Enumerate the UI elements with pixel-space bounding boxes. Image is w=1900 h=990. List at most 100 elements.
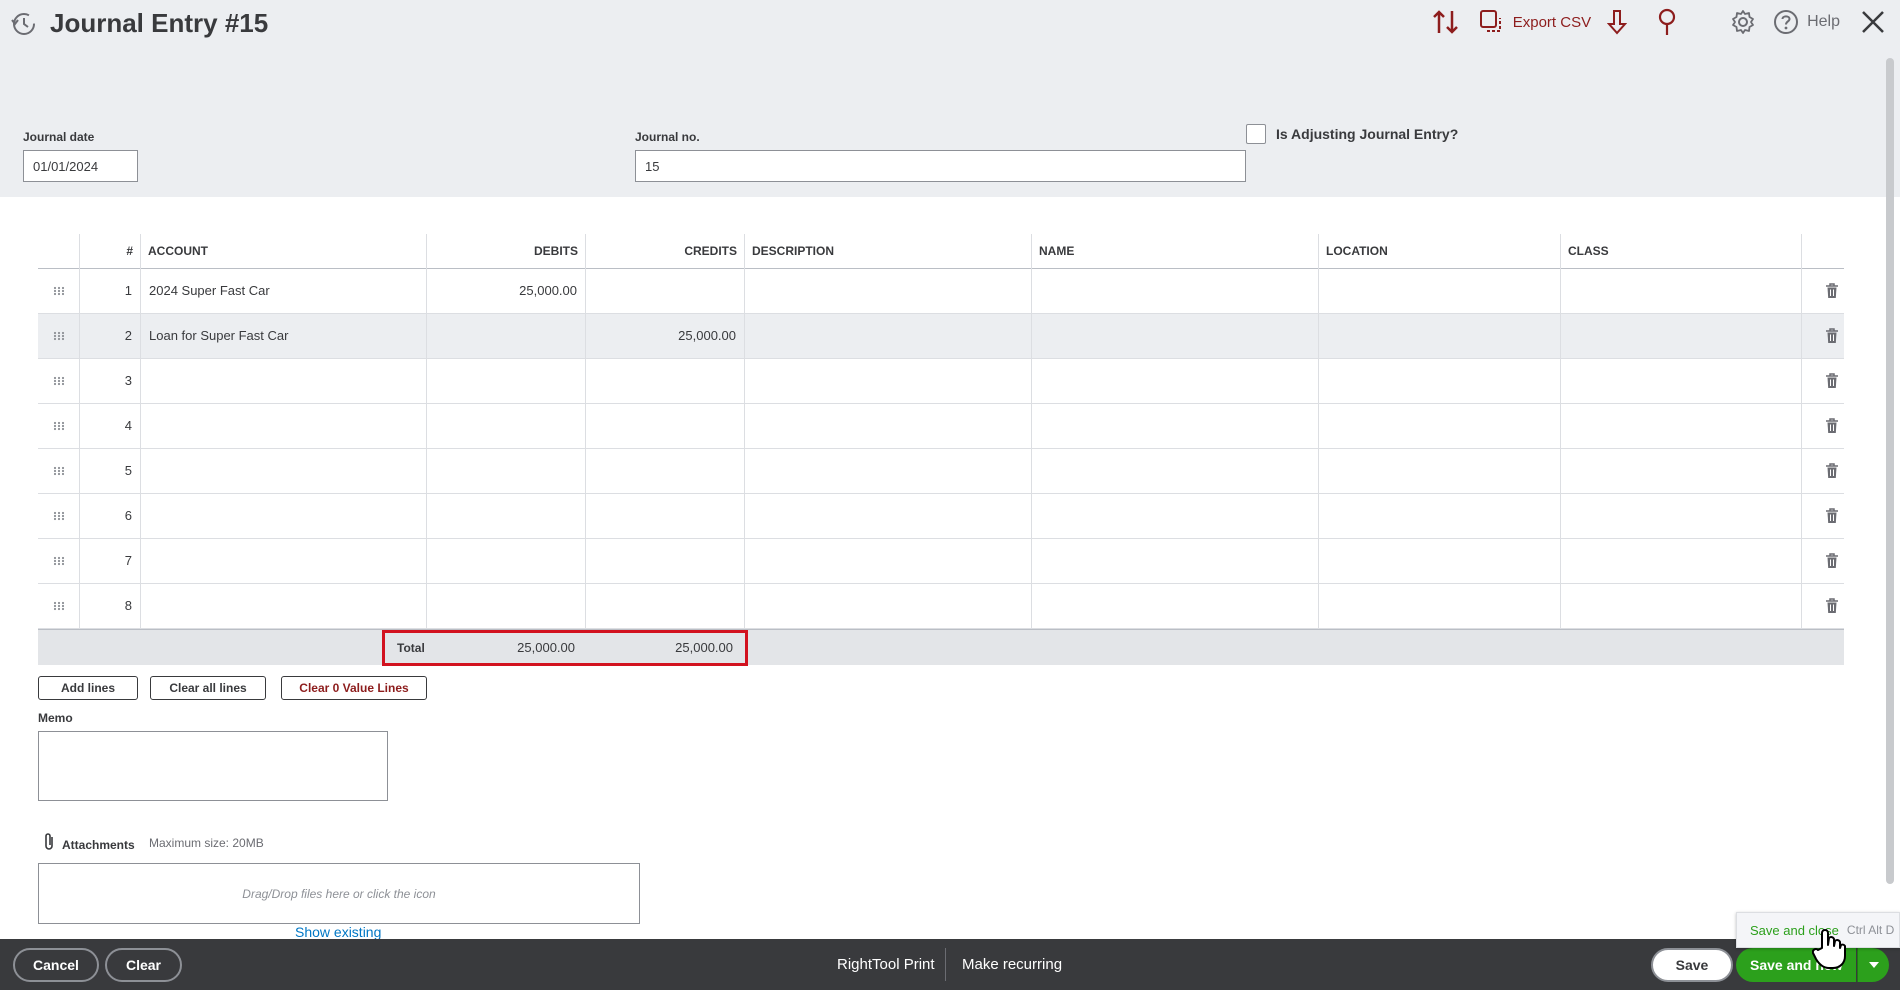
cell-debit[interactable]: [427, 404, 586, 448]
cell-class[interactable]: [1561, 269, 1802, 313]
cell-account[interactable]: Loan for Super Fast Car: [141, 314, 427, 358]
drag-handle-icon[interactable]: [38, 449, 80, 493]
clear-button[interactable]: Clear: [105, 948, 182, 982]
cell-class[interactable]: [1561, 584, 1802, 628]
drag-handle-icon[interactable]: [38, 404, 80, 448]
save-button[interactable]: Save: [1651, 948, 1733, 982]
cell-class[interactable]: [1561, 449, 1802, 493]
cell-class[interactable]: [1561, 494, 1802, 538]
cell-description[interactable]: [745, 539, 1032, 583]
cell-description[interactable]: [745, 269, 1032, 313]
cancel-button[interactable]: Cancel: [13, 948, 99, 982]
show-existing-link[interactable]: Show existing: [295, 924, 381, 940]
table-row[interactable]: 1 2024 Super Fast Car 25,000.00: [38, 269, 1844, 314]
righttool-print-link[interactable]: RightTool Print: [837, 939, 935, 990]
cell-credit[interactable]: [586, 269, 745, 313]
cell-account[interactable]: [141, 449, 427, 493]
cell-credit[interactable]: [586, 494, 745, 538]
table-row[interactable]: 2 Loan for Super Fast Car 25,000.00: [38, 314, 1844, 359]
cell-class[interactable]: [1561, 539, 1802, 583]
history-icon[interactable]: [10, 10, 38, 38]
save-options-dropdown[interactable]: [1857, 948, 1889, 982]
cell-description[interactable]: [745, 359, 1032, 403]
cell-location[interactable]: [1319, 584, 1561, 628]
cell-credit[interactable]: [586, 404, 745, 448]
cell-location[interactable]: [1319, 314, 1561, 358]
cell-credit[interactable]: [586, 584, 745, 628]
make-recurring-link[interactable]: Make recurring: [962, 939, 1062, 990]
trash-icon[interactable]: [1820, 269, 1844, 313]
trash-icon[interactable]: [1820, 539, 1844, 583]
cell-credit[interactable]: [586, 359, 745, 403]
table-row[interactable]: 5: [38, 449, 1844, 494]
journal-date-input[interactable]: [23, 150, 138, 182]
cell-debit[interactable]: [427, 359, 586, 403]
help-button[interactable]: Help: [1773, 9, 1840, 35]
cell-description[interactable]: [745, 584, 1032, 628]
trash-icon[interactable]: [1820, 494, 1844, 538]
table-row[interactable]: 6: [38, 494, 1844, 539]
cell-name[interactable]: [1032, 314, 1319, 358]
add-lines-button[interactable]: Add lines: [38, 676, 138, 700]
cell-name[interactable]: [1032, 539, 1319, 583]
cell-class[interactable]: [1561, 314, 1802, 358]
export-csv-button[interactable]: Export CSV: [1479, 9, 1591, 35]
adjusting-entry-checkbox[interactable]: [1246, 124, 1266, 144]
cell-class[interactable]: [1561, 404, 1802, 448]
cell-name[interactable]: [1032, 269, 1319, 313]
gear-icon[interactable]: [1729, 9, 1757, 35]
trash-icon[interactable]: [1820, 404, 1844, 448]
cell-debit[interactable]: [427, 539, 586, 583]
table-row[interactable]: 3: [38, 359, 1844, 404]
cell-debit[interactable]: [427, 449, 586, 493]
cell-credit[interactable]: 25,000.00: [586, 314, 745, 358]
cell-name[interactable]: [1032, 359, 1319, 403]
sort-arrows-icon[interactable]: [1429, 9, 1463, 35]
cell-location[interactable]: [1319, 539, 1561, 583]
journal-no-input[interactable]: [635, 150, 1246, 182]
close-icon[interactable]: [1858, 9, 1888, 35]
cell-description[interactable]: [745, 449, 1032, 493]
cell-name[interactable]: [1032, 449, 1319, 493]
cell-description[interactable]: [745, 314, 1032, 358]
cell-debit[interactable]: [427, 314, 586, 358]
cell-account[interactable]: [141, 359, 427, 403]
cell-location[interactable]: [1319, 359, 1561, 403]
cell-location[interactable]: [1319, 404, 1561, 448]
cell-credit[interactable]: [586, 449, 745, 493]
cell-location[interactable]: [1319, 494, 1561, 538]
attachment-drop-zone[interactable]: Drag/Drop files here or click the icon: [38, 863, 640, 924]
cell-location[interactable]: [1319, 269, 1561, 313]
cell-description[interactable]: [745, 404, 1032, 448]
trash-icon[interactable]: [1820, 314, 1844, 358]
table-row[interactable]: 8: [38, 584, 1844, 629]
drag-handle-icon[interactable]: [38, 359, 80, 403]
cell-account[interactable]: [141, 404, 427, 448]
cell-account[interactable]: [141, 539, 427, 583]
cell-debit[interactable]: [427, 494, 586, 538]
pin-icon[interactable]: [1655, 8, 1679, 36]
page-scrollbar[interactable]: [1886, 58, 1894, 884]
cell-location[interactable]: [1319, 449, 1561, 493]
trash-icon[interactable]: [1820, 449, 1844, 493]
cell-credit[interactable]: [586, 539, 745, 583]
cell-name[interactable]: [1032, 494, 1319, 538]
cell-name[interactable]: [1032, 404, 1319, 448]
drag-handle-icon[interactable]: [38, 584, 80, 628]
clear-zero-value-lines-button[interactable]: Clear 0 Value Lines: [281, 676, 427, 700]
cell-account[interactable]: [141, 584, 427, 628]
drag-handle-icon[interactable]: [38, 314, 80, 358]
cell-class[interactable]: [1561, 359, 1802, 403]
drag-handle-icon[interactable]: [38, 494, 80, 538]
trash-icon[interactable]: [1820, 584, 1844, 628]
cell-account[interactable]: [141, 494, 427, 538]
cell-account[interactable]: 2024 Super Fast Car: [141, 269, 427, 313]
memo-textarea[interactable]: [38, 731, 388, 801]
download-arrow-icon[interactable]: [1605, 9, 1629, 35]
cell-debit[interactable]: 25,000.00: [427, 269, 586, 313]
clear-all-lines-button[interactable]: Clear all lines: [150, 676, 266, 700]
drag-handle-icon[interactable]: [38, 269, 80, 313]
cell-debit[interactable]: [427, 584, 586, 628]
table-row[interactable]: 4: [38, 404, 1844, 449]
cell-description[interactable]: [745, 494, 1032, 538]
